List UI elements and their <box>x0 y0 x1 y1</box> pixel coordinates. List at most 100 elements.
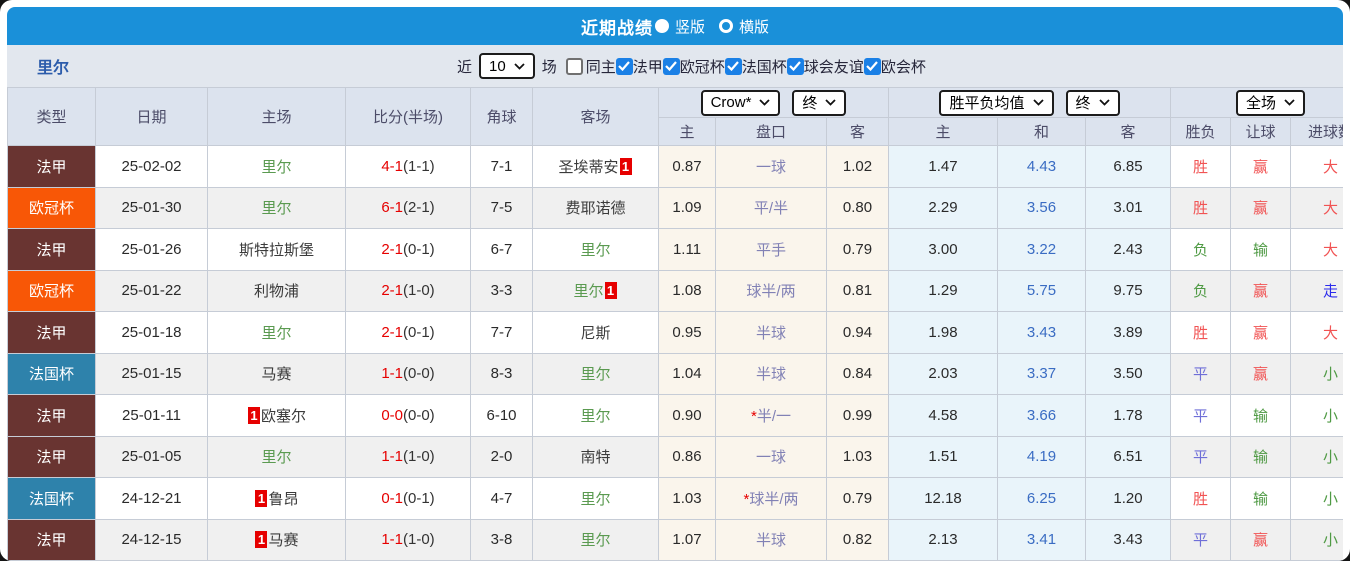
recent-count-select[interactable]: 10 <box>479 53 535 79</box>
result-handicap-cell: 输 <box>1230 435 1291 478</box>
fulltime-score: 4-1 <box>381 157 403 175</box>
team-name: 里尔 <box>37 60 70 77</box>
corners-cell: 3-8 <box>470 518 533 561</box>
match-date-cell: 25-01-26 <box>95 228 208 271</box>
red-card-badge: 1 <box>255 489 268 507</box>
result-wdl-cell: 胜 <box>1170 186 1231 229</box>
fulltime-score: 1-1 <box>381 365 403 383</box>
fulltime-score: 0-1 <box>381 489 403 507</box>
vertical-layout-label[interactable]: 竖版 <box>675 16 705 37</box>
home-team-cell: 1 马赛 <box>207 518 346 561</box>
league-filter-label[interactable]: 欧会杯 <box>881 56 926 77</box>
checkbox-checked-icon[interactable] <box>786 57 804 75</box>
fulltime-score: 6-1 <box>381 199 403 217</box>
avg-type-select[interactable]: 胜平负均值 <box>939 89 1054 116</box>
recent-count-value: 10 <box>489 57 506 75</box>
panel-title: 近期战绩 <box>580 18 653 38</box>
avg-odds-away-cell: 2.43 <box>1085 228 1171 271</box>
home-team-cell: 里尔 <box>207 435 346 478</box>
result-wdl-cell: 平 <box>1170 352 1231 395</box>
avg-odds-home-cell: 3.00 <box>888 228 998 271</box>
home-team-cell: 1 欧塞尔 <box>207 394 346 437</box>
fulltime-score: 1-1 <box>381 531 403 549</box>
score-cell: 2-1(1-0) <box>345 269 471 312</box>
handicap-line-cell: 一球 <box>715 145 827 188</box>
away-team-cell: 里尔 <box>532 228 659 271</box>
handicap-line-text: 球半/两 <box>749 490 799 508</box>
league-filter-label[interactable]: 法国杯 <box>742 56 787 77</box>
horizontal-layout-radio[interactable] <box>719 19 733 33</box>
match-type-cell: 法甲 <box>7 394 96 437</box>
away-team-cell: 圣埃蒂安 1 <box>532 145 659 188</box>
handicap-odds-away-cell: 0.94 <box>826 311 889 354</box>
handicap-line-cell: 平手 <box>715 228 827 271</box>
avg-odds-draw-cell: 3.41 <box>997 518 1086 561</box>
avg-odds-away-cell: 6.85 <box>1085 145 1171 188</box>
results-table-wrap: 类型 日期 主场 比分(半场) 角球 客场 Crow* 终 胜平负均值 终 全场… <box>7 87 1343 561</box>
col-header-odds-home: 主 <box>658 117 716 146</box>
handicap-odds-home-cell: 0.90 <box>658 394 716 437</box>
odds-time-value: 终 <box>802 95 818 112</box>
handicap-odds-home-cell: 0.87 <box>658 145 716 188</box>
same-home-checkbox[interactable] <box>565 57 583 75</box>
match-row: 法国杯 24-12-21 1 鲁昂 0-1(0-1) 4-7 里尔 1.03 *球半/两 0.79… <box>7 477 1343 520</box>
result-wdl-cell: 胜 <box>1170 145 1231 188</box>
avg-odds-home-cell: 2.29 <box>888 186 998 229</box>
league-filter-label[interactable]: 球会友谊 <box>804 56 864 77</box>
fulltime-score: 0-0 <box>381 406 403 424</box>
checkbox-checked-icon[interactable] <box>724 57 742 75</box>
team-label: 马赛 <box>261 366 292 384</box>
checkbox-checked-icon[interactable] <box>863 57 881 75</box>
league-filter-label[interactable]: 法甲 <box>633 56 663 77</box>
avg-odds-draw-cell: 4.19 <box>997 435 1086 478</box>
team-label: 里尔 <box>580 241 611 259</box>
result-scope-value: 全场 <box>1246 95 1277 112</box>
match-row: 法甲 25-01-18 里尔 2-1(0-1) 7-7 尼斯 0.95 半球 0.94 1.98 3… <box>7 311 1343 354</box>
checkbox-checked-icon[interactable] <box>662 57 680 75</box>
team-label: 利物浦 <box>253 283 299 301</box>
handicap-line-cell: *球半/两 <box>715 477 827 520</box>
corners-cell: 3-3 <box>470 269 533 312</box>
avg-odds-group-header: 胜平负均值 终 <box>888 87 1171 118</box>
fulltime-score: 2-1 <box>381 323 403 341</box>
handicap-odds-away-cell: 0.80 <box>826 186 889 229</box>
corners-cell: 6-7 <box>470 228 533 271</box>
corners-cell: 2-0 <box>470 435 533 478</box>
avg-time-select[interactable]: 终 <box>1065 89 1120 116</box>
team-label: 尼斯 <box>580 324 611 342</box>
vertical-layout-radio[interactable] <box>654 19 669 33</box>
handicap-line-text: 半/一 <box>756 407 791 425</box>
halftime-score: (0-0) <box>403 406 435 424</box>
avg-odds-away-cell: 9.75 <box>1085 269 1171 312</box>
league-filter-球会友谊[interactable]: 球会友谊 <box>786 56 864 77</box>
handicap-odds-away-cell: 0.99 <box>826 394 889 437</box>
league-filter-欧会杯[interactable]: 欧会杯 <box>863 56 926 77</box>
handicap-odds-group-header: Crow* 终 <box>658 87 889 118</box>
handicap-odds-home-cell: 1.11 <box>658 228 716 271</box>
league-filter-法甲[interactable]: 法甲 <box>615 56 663 77</box>
team-label: 马赛 <box>268 532 299 550</box>
avg-odds-home-cell: 1.47 <box>888 145 998 188</box>
checkbox-checked-icon[interactable] <box>615 57 633 75</box>
odds-time-select[interactable]: 终 <box>792 89 847 116</box>
odds-company-select[interactable]: Crow* <box>700 89 781 116</box>
same-home-label[interactable]: 同主 <box>586 56 616 77</box>
title-bar: 近期战绩 竖版 横版 <box>7 7 1343 45</box>
match-date-cell: 24-12-15 <box>95 518 208 561</box>
col-header-odds-away: 客 <box>826 117 889 146</box>
league-filter-欧冠杯[interactable]: 欧冠杯 <box>662 56 725 77</box>
avg-odds-away-cell: 1.20 <box>1085 477 1171 520</box>
avg-odds-home-cell: 4.58 <box>888 394 998 437</box>
match-row: 法甲 24-12-15 1 马赛 1-1(1-0) 3-8 里尔 1.07 半球 0.82 2.13… <box>7 518 1343 561</box>
league-filter-法国杯[interactable]: 法国杯 <box>724 56 787 77</box>
home-team-cell: 马赛 <box>207 352 346 395</box>
league-filter-label[interactable]: 欧冠杯 <box>680 56 725 77</box>
horizontal-layout-label[interactable]: 横版 <box>739 16 769 37</box>
result-scope-select[interactable]: 全场 <box>1236 89 1306 116</box>
match-row: 法甲 25-01-26 斯特拉斯堡 2-1(0-1) 6-7 里尔 1.11 平手 0.79 3.… <box>7 228 1343 271</box>
col-header-result-handicap: 让球 <box>1230 117 1291 146</box>
team-label: 里尔 <box>580 532 611 550</box>
avg-type-value: 胜平负均值 <box>949 95 1025 112</box>
avg-odds-away-cell: 3.89 <box>1085 311 1171 354</box>
home-team-cell: 利物浦 <box>207 269 346 312</box>
